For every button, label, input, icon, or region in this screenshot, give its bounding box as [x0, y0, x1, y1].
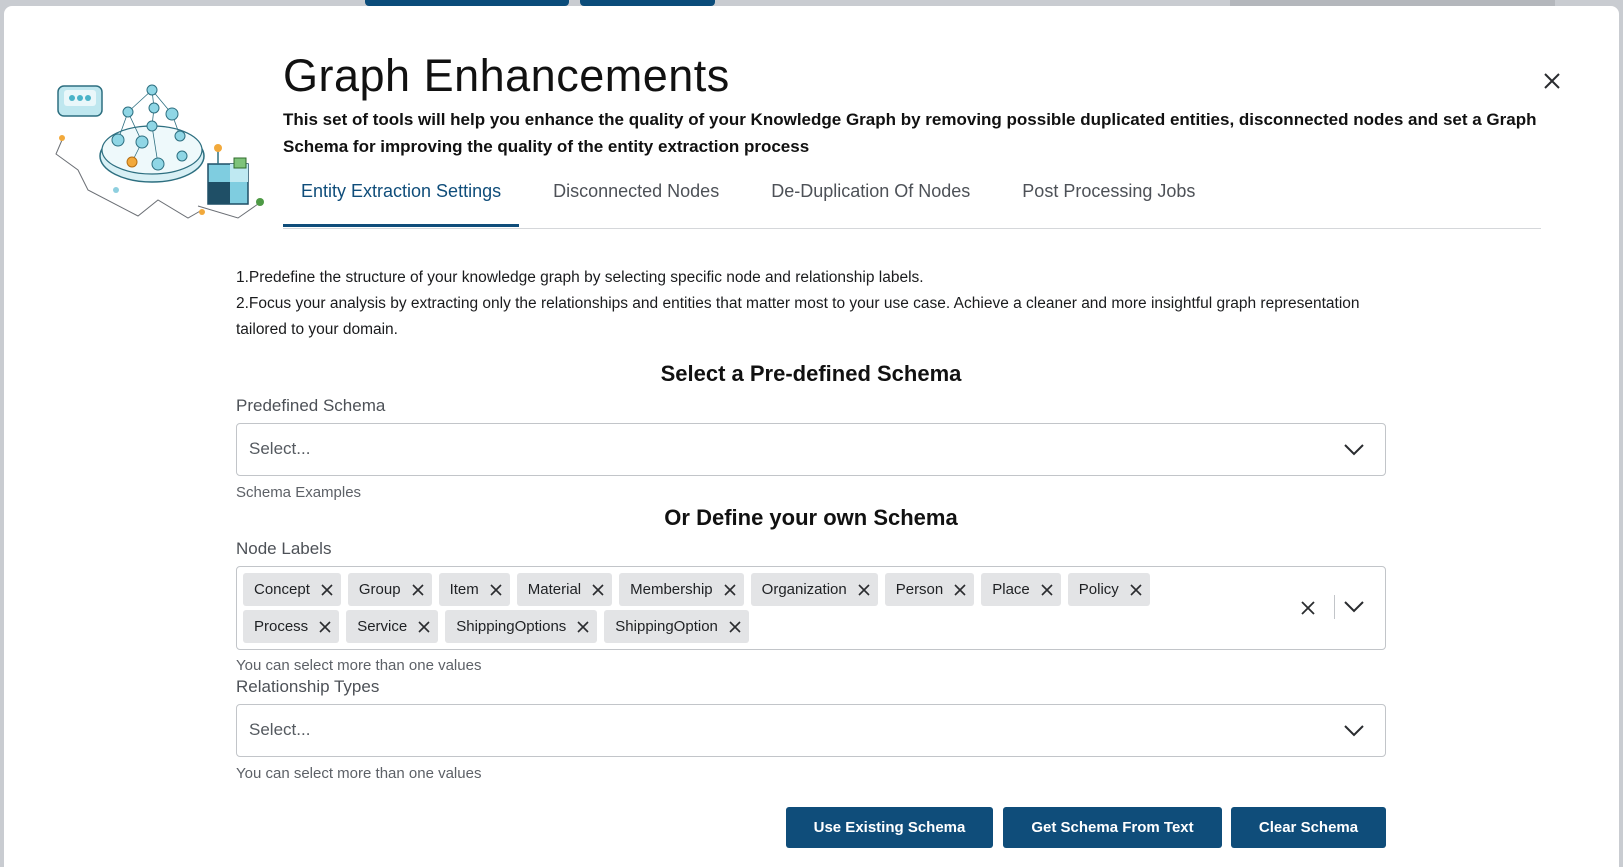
chevron-down-icon[interactable] — [1343, 724, 1365, 738]
clear-all-icon[interactable] — [1299, 599, 1317, 617]
remove-chip-icon[interactable] — [575, 619, 591, 635]
chevron-down-icon[interactable] — [1343, 600, 1365, 614]
relationship-types-label: Relationship Types — [236, 677, 380, 696]
predefined-schema-label: Predefined Schema — [236, 396, 386, 415]
node-label-chip: Place — [981, 573, 1061, 606]
remove-chip-icon[interactable] — [319, 582, 335, 598]
clear-schema-button[interactable]: Clear Schema — [1231, 807, 1386, 848]
node-label-chip: Person — [884, 573, 975, 606]
remove-chip-icon[interactable] — [488, 582, 504, 598]
tab-bar: Entity Extraction Settings Disconnected … — [283, 171, 1541, 229]
use-existing-schema-button[interactable]: Use Existing Schema — [786, 807, 993, 848]
graph-illustration — [55, 84, 264, 219]
entity-extraction-panel: 1.Predefine the structure of your knowle… — [236, 265, 1386, 782]
relationship-types-helper: You can select more than one values — [236, 765, 482, 782]
instruction-line-2: 2.Focus your analysis by extracting only… — [236, 295, 1360, 338]
predefined-schema-select[interactable]: Select... — [236, 423, 1386, 476]
chip-label: Process — [254, 618, 309, 635]
chip-label: Concept — [254, 581, 310, 598]
predefined-schema-heading: Select a Pre-defined Schema — [660, 361, 962, 386]
remove-chip-icon[interactable] — [722, 582, 738, 598]
remove-chip-icon[interactable] — [410, 582, 426, 598]
node-label-chip: Group — [347, 573, 432, 606]
graph-enhancements-dialog: Graph Enhancements This set of tools wil… — [4, 6, 1619, 867]
node-label-chip: ShippingOption — [604, 610, 749, 643]
schema-examples-link[interactable]: Schema Examples — [236, 484, 1386, 501]
relationship-types-select[interactable]: Select... — [236, 704, 1386, 757]
get-schema-from-text-button[interactable]: Get Schema From Text — [1003, 807, 1222, 848]
chip-label: Organization — [761, 581, 847, 598]
node-label-chip: Policy — [1067, 573, 1150, 606]
chip-label: Service — [357, 618, 408, 635]
chip-label: Membership — [630, 581, 713, 598]
node-label-chip: Item — [438, 573, 510, 606]
predefined-schema-placeholder: Select... — [249, 439, 311, 458]
remove-chip-icon[interactable] — [416, 619, 432, 635]
node-label-chip: Membership — [619, 573, 744, 606]
chevron-down-icon[interactable] — [1343, 443, 1365, 457]
chip-label: Place — [992, 581, 1030, 598]
remove-chip-icon[interactable] — [590, 582, 606, 598]
select-divider — [1334, 595, 1335, 619]
remove-chip-icon[interactable] — [727, 619, 743, 635]
node-label-chip: Organization — [750, 573, 878, 606]
node-label-chips: Concept Group Item Material Membership Organi… — [243, 571, 1237, 645]
node-label-chip: ShippingOptions — [445, 610, 598, 643]
instruction-line-1: 1.Predefine the structure of your knowle… — [236, 269, 924, 286]
relationship-types-placeholder: Select... — [249, 720, 311, 739]
node-label-chip: Concept — [243, 573, 341, 606]
tab-disconnected-nodes[interactable]: Disconnected Nodes — [535, 171, 737, 227]
close-icon — [1544, 73, 1560, 89]
dialog-title: Graph Enhancements — [283, 50, 730, 101]
remove-chip-icon[interactable] — [317, 619, 333, 635]
chip-label: Item — [449, 581, 479, 598]
node-label-chip: Service — [346, 610, 439, 643]
remove-chip-icon[interactable] — [1128, 582, 1144, 598]
chip-label: ShippingOption — [615, 618, 718, 635]
chip-label: Policy — [1078, 581, 1119, 598]
chip-label: Person — [895, 581, 944, 598]
tab-entity-extraction-settings[interactable]: Entity Extraction Settings — [283, 171, 520, 227]
remove-chip-icon[interactable] — [1039, 582, 1055, 598]
node-labels-multiselect[interactable]: Concept Group Item Material Membership Organi… — [236, 566, 1386, 650]
node-label-chip: Process — [243, 610, 340, 643]
tab-de-duplication-of-nodes[interactable]: De-Duplication Of Nodes — [753, 171, 988, 227]
dialog-description: This set of tools will help you enhance … — [283, 110, 1537, 156]
node-labels-helper: You can select more than one values — [236, 657, 482, 674]
node-label-chip: Material — [516, 573, 613, 606]
node-labels-label: Node Labels — [236, 539, 332, 558]
chip-label: Group — [358, 581, 401, 598]
remove-chip-icon[interactable] — [952, 582, 968, 598]
remove-chip-icon[interactable] — [856, 582, 872, 598]
custom-schema-heading: Or Define your own Schema — [664, 505, 958, 530]
chip-label: ShippingOptions — [456, 618, 567, 635]
close-button[interactable] — [1536, 65, 1568, 97]
tab-post-processing-jobs[interactable]: Post Processing Jobs — [1004, 171, 1213, 227]
chip-label: Material — [527, 581, 582, 598]
